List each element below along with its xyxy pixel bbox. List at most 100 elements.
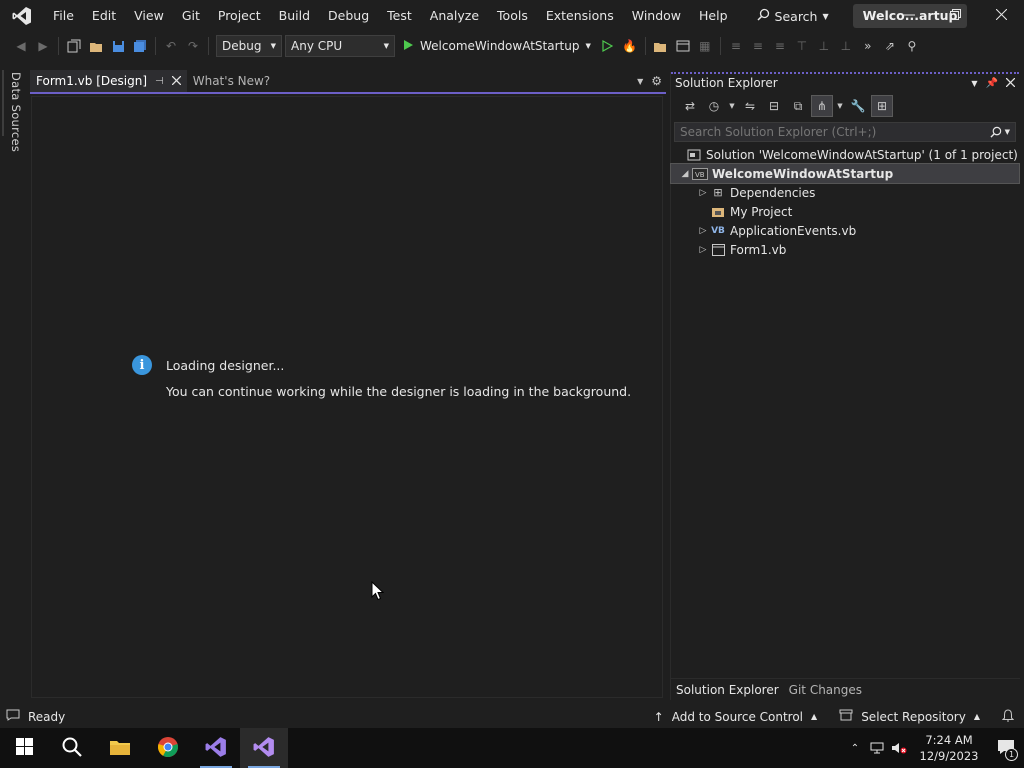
save-icon[interactable] xyxy=(107,35,129,57)
preview-selected-items-icon[interactable]: ⊞ xyxy=(871,95,893,117)
show-hidden-icons-chevron-icon[interactable]: ⌃ xyxy=(844,728,866,768)
menu-test[interactable]: Test xyxy=(378,0,421,32)
save-all-icon[interactable] xyxy=(129,35,151,57)
volume-muted-icon[interactable] xyxy=(888,728,910,768)
auto-hide-pin-icon[interactable]: 📌 xyxy=(986,78,998,89)
windows-taskbar: ⌃ 7:24 AM 12/9/2023 1 xyxy=(0,728,1024,768)
new-project-icon[interactable] xyxy=(63,35,85,57)
tab-list-dropdown-icon[interactable]: ▼ xyxy=(637,77,643,86)
menu-git[interactable]: Git xyxy=(173,0,209,32)
collapse-all-icon[interactable]: ⊟ xyxy=(763,95,785,117)
restore-button[interactable] xyxy=(932,0,978,32)
filter-icon[interactable]: ⋔ xyxy=(811,95,833,117)
tree-item-solution[interactable]: Solution 'WelcomeWindowAtStartup' (1 of … xyxy=(671,145,1019,164)
minimize-button[interactable] xyxy=(886,0,932,32)
start-debugging-button[interactable]: WelcomeWindowAtStartup ▼ xyxy=(403,39,591,54)
tree-item-application-events[interactable]: ▷ VB ApplicationEvents.vb xyxy=(671,221,1019,240)
chrome-button[interactable] xyxy=(144,728,192,768)
tab-solution-explorer[interactable]: Solution Explorer xyxy=(671,679,784,701)
menu-window[interactable]: Window xyxy=(623,0,690,32)
menu-debug[interactable]: Debug xyxy=(319,0,378,32)
sync-with-document-icon[interactable]: ⇋ xyxy=(739,95,761,117)
toolbar-overflow-icon[interactable]: » xyxy=(857,35,879,57)
window-controls xyxy=(886,0,1024,32)
align-right-icon[interactable]: ≡ xyxy=(769,35,791,57)
action-center-button[interactable]: 1 xyxy=(988,728,1024,768)
format-icon[interactable]: ▦ xyxy=(694,35,716,57)
configuration-value: Debug xyxy=(222,39,262,53)
file-explorer-button[interactable] xyxy=(96,728,144,768)
visual-studio-icon xyxy=(253,736,275,761)
close-panel-icon[interactable] xyxy=(1005,76,1016,90)
feedback-icon[interactable]: ⚲ xyxy=(901,35,923,57)
search-icon[interactable]: ▼ xyxy=(990,126,1010,138)
navigate-forward-icon[interactable]: ▶ xyxy=(32,35,54,57)
navigate-back-icon[interactable]: ◀ xyxy=(10,35,32,57)
tab-form1-design[interactable]: Form1.vb [Design] ⊣ xyxy=(30,70,187,92)
align-middle-icon[interactable]: ⊥ xyxy=(813,35,835,57)
window-position-dropdown-icon[interactable]: ▼ xyxy=(971,79,977,88)
solution-search-input[interactable] xyxy=(680,125,980,139)
data-sources-tab[interactable]: Data Sources xyxy=(9,72,23,152)
taskbar-clock[interactable]: 7:24 AM 12/9/2023 xyxy=(910,732,988,764)
share-icon[interactable]: ⇗ xyxy=(879,35,901,57)
expand-arrow-icon[interactable]: ▷ xyxy=(697,188,709,198)
menu-project[interactable]: Project xyxy=(209,0,270,32)
visual-studio-logo-icon[interactable] xyxy=(0,0,44,32)
tree-item-my-project[interactable]: My Project xyxy=(671,202,1019,221)
menu-build[interactable]: Build xyxy=(270,0,319,32)
back-home-icon[interactable]: ⇄ xyxy=(679,95,701,117)
menu-tools[interactable]: Tools xyxy=(488,0,537,32)
open-folder-icon[interactable] xyxy=(85,35,107,57)
search-button[interactable]: Search ▼ xyxy=(749,4,837,28)
designer-surface[interactable]: i Loading designer... You can continue w… xyxy=(31,96,663,698)
dependencies-icon: ⊞ xyxy=(713,186,723,199)
expand-arrow-icon[interactable]: ▷ xyxy=(697,226,709,236)
chevron-down-icon[interactable]: ▼ xyxy=(727,95,737,117)
menu-view[interactable]: View xyxy=(125,0,173,32)
network-icon[interactable] xyxy=(866,728,888,768)
visual-studio-installer-button[interactable] xyxy=(192,728,240,768)
close-tab-icon[interactable] xyxy=(171,74,182,88)
menu-file[interactable]: File xyxy=(44,0,83,32)
close-window-button[interactable] xyxy=(978,0,1024,32)
menu-extensions[interactable]: Extensions xyxy=(537,0,623,32)
menu-edit[interactable]: Edit xyxy=(83,0,125,32)
taskbar-search-button[interactable] xyxy=(48,728,96,768)
align-left-icon[interactable]: ≡ xyxy=(725,35,747,57)
solution-explorer-search[interactable]: ▼ xyxy=(674,122,1016,142)
select-repository-button[interactable]: Select Repository ▲ xyxy=(839,709,980,724)
visual-studio-button[interactable] xyxy=(240,728,288,768)
align-bottom-icon[interactable]: ⊥ xyxy=(835,35,857,57)
align-center-icon[interactable]: ≡ xyxy=(747,35,769,57)
tree-item-dependencies[interactable]: ▷ ⊞ Dependencies xyxy=(671,183,1019,202)
solution-folder-icon[interactable] xyxy=(650,35,672,57)
solution-configuration-dropdown[interactable]: Debug ▼ xyxy=(216,35,282,57)
pending-changes-icon[interactable]: ◷ xyxy=(703,95,725,117)
window-layout-icon[interactable] xyxy=(672,35,694,57)
start-button[interactable] xyxy=(0,728,48,768)
align-top-icon[interactable]: ⊤ xyxy=(791,35,813,57)
redo-icon[interactable]: ↷ xyxy=(182,35,204,57)
tree-item-form1[interactable]: ▷ Form1.vb xyxy=(671,240,1019,259)
menu-help[interactable]: Help xyxy=(690,0,737,32)
solution-platform-dropdown[interactable]: Any CPU ▼ xyxy=(285,35,395,57)
tree-item-project[interactable]: ◢ VB WelcomeWindowAtStartup xyxy=(670,163,1020,184)
chevron-down-icon[interactable]: ▼ xyxy=(835,95,845,117)
show-all-files-icon[interactable]: ⧉ xyxy=(787,95,809,117)
toolbar-separator xyxy=(58,37,59,55)
tab-whats-new[interactable]: What's New? xyxy=(187,70,299,92)
tab-git-changes[interactable]: Git Changes xyxy=(784,679,867,701)
settings-gear-icon[interactable]: ⚙ xyxy=(651,74,662,88)
collapse-arrow-icon[interactable]: ◢ xyxy=(679,169,691,179)
add-to-source-control-button[interactable]: ↑ Add to Source Control ▲ xyxy=(654,710,818,724)
vb-project-icon: VB xyxy=(691,167,709,180)
properties-wrench-icon[interactable]: 🔧 xyxy=(847,95,869,117)
menu-analyze[interactable]: Analyze xyxy=(421,0,488,32)
start-without-debugging-icon[interactable] xyxy=(597,35,619,57)
pin-icon[interactable]: ⊣ xyxy=(155,76,164,87)
notifications-bell-icon[interactable] xyxy=(1001,708,1015,725)
hot-reload-icon[interactable]: 🔥 xyxy=(619,35,641,57)
undo-icon[interactable]: ↶ xyxy=(160,35,182,57)
expand-arrow-icon[interactable]: ▷ xyxy=(697,245,709,255)
